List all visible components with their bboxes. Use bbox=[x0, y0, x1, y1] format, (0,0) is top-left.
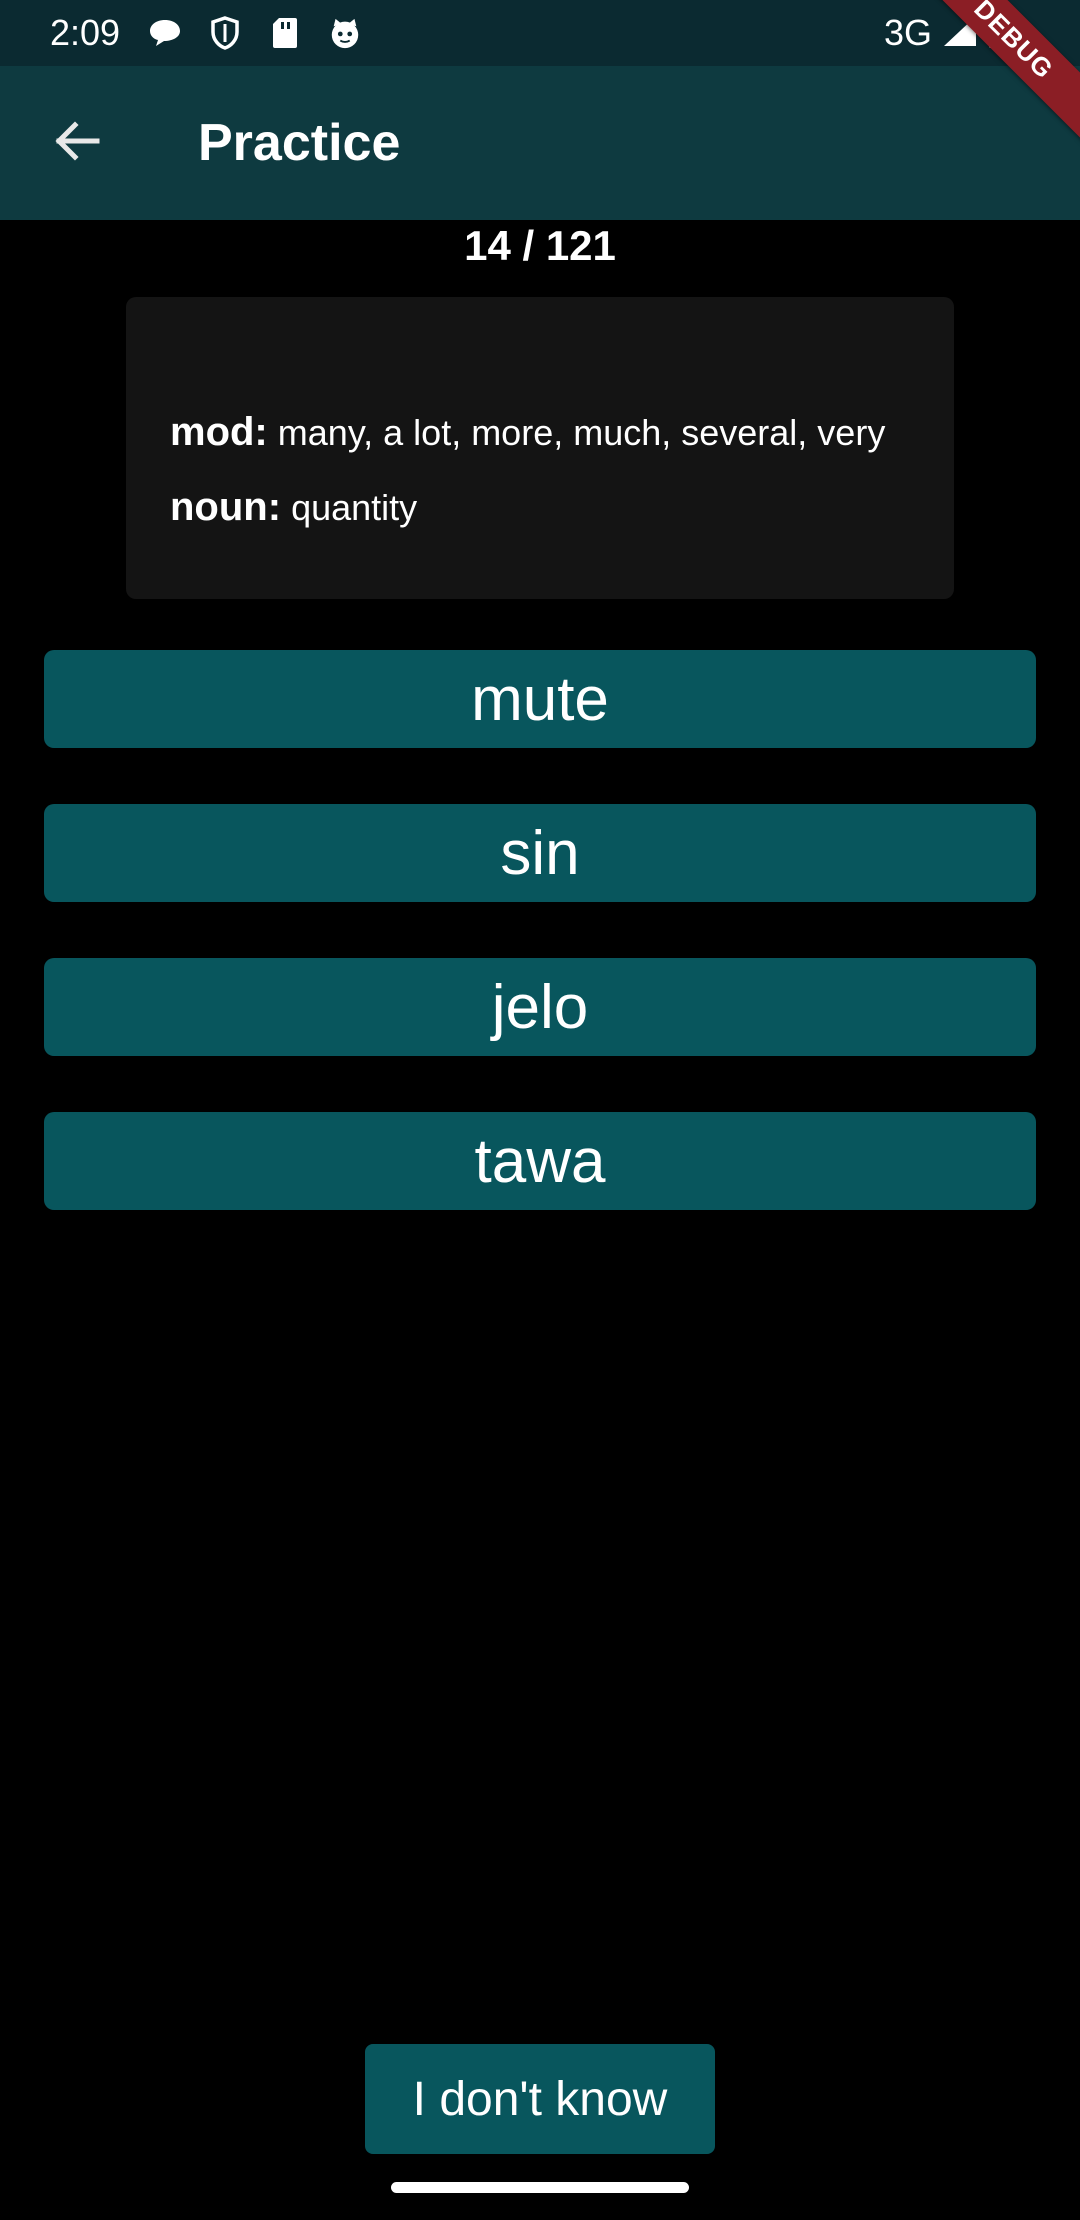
gesture-navigation-bar[interactable] bbox=[391, 2182, 689, 2193]
status-bar: 2:09 3G bbox=[0, 0, 1080, 66]
notification-icons bbox=[148, 16, 362, 50]
back-button[interactable] bbox=[44, 110, 110, 176]
practice-screen: 2:09 3G Practice DEBUG 14 / 121 mod: man… bbox=[0, 0, 1080, 2220]
progress-counter: 14 / 121 bbox=[464, 222, 616, 269]
answer-option-button[interactable]: jelo bbox=[44, 958, 1036, 1056]
definition-text: quantity bbox=[291, 487, 418, 528]
app-bar: Practice bbox=[0, 66, 1080, 220]
part-of-speech: noun: bbox=[170, 485, 282, 529]
status-time: 2:09 bbox=[50, 12, 121, 53]
cat-face-icon bbox=[328, 16, 362, 50]
page-title: Practice bbox=[198, 114, 401, 172]
arrow-left-icon bbox=[53, 117, 101, 170]
definition-text: many, a lot, more, much, several, very bbox=[277, 412, 886, 453]
answer-option-button[interactable]: sin bbox=[44, 804, 1036, 902]
chat-bubble-icon bbox=[148, 16, 182, 50]
definition-line: mod: many, a lot, more, much, several, v… bbox=[170, 407, 910, 458]
definition-line: noun: quantity bbox=[170, 482, 910, 533]
shield-icon bbox=[208, 16, 242, 50]
dont-know-button[interactable]: I don't know bbox=[365, 2044, 715, 2154]
answer-option-button[interactable]: tawa bbox=[44, 1112, 1036, 1210]
answer-option-button[interactable]: mute bbox=[44, 650, 1036, 748]
part-of-speech: mod: bbox=[170, 410, 268, 454]
sd-card-icon bbox=[268, 16, 302, 50]
definition-card: mod: many, a lot, more, much, several, v… bbox=[126, 297, 954, 599]
network-type: 3G bbox=[883, 12, 932, 53]
